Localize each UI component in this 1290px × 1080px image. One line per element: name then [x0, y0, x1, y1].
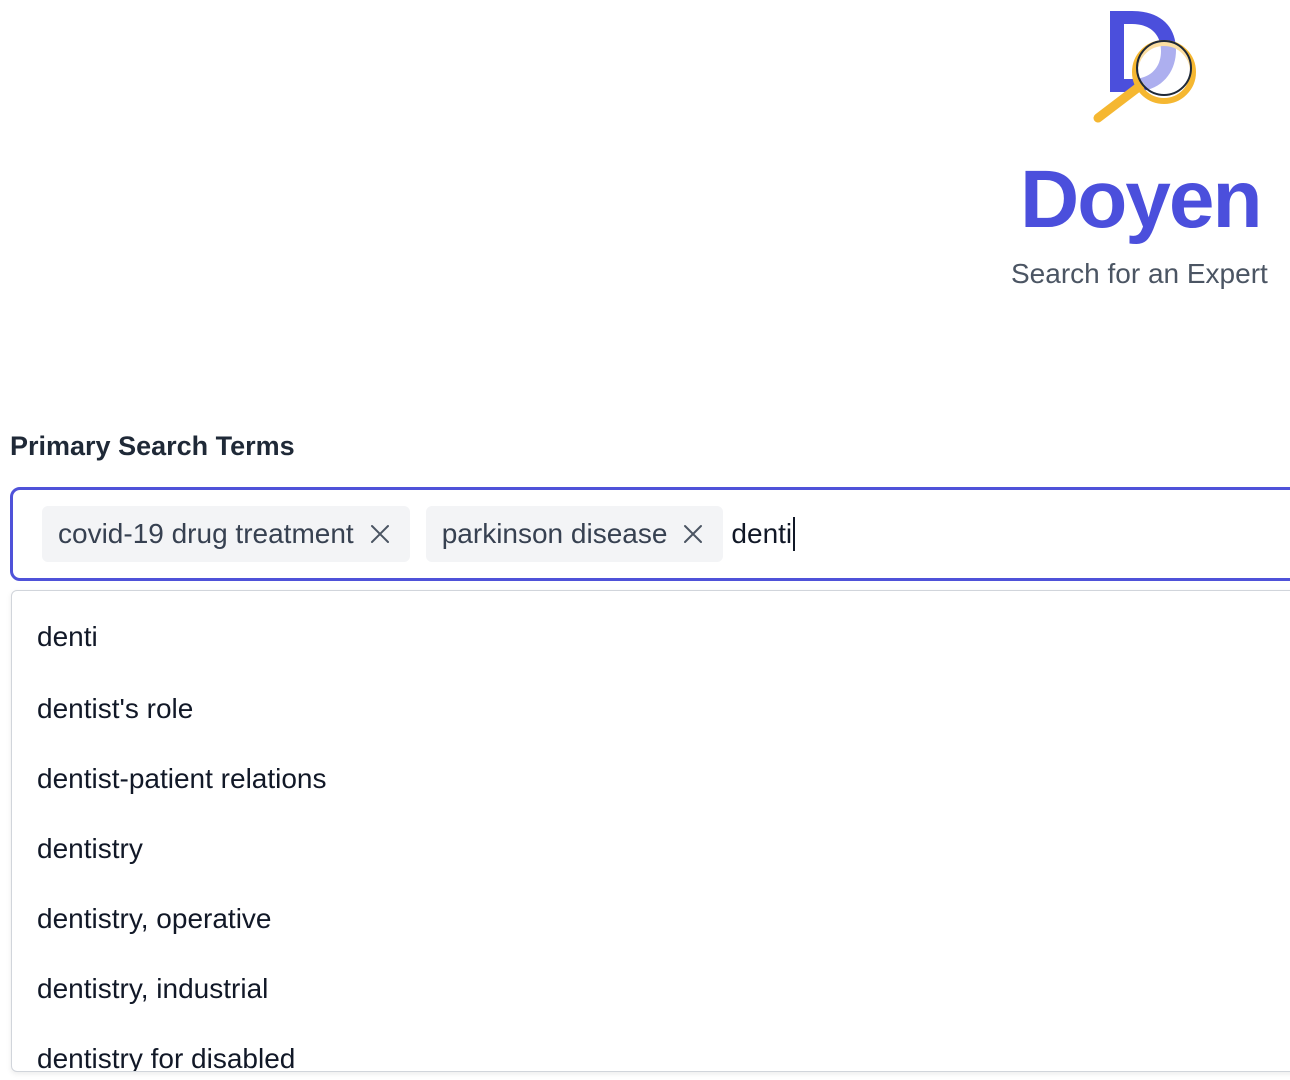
search-term-text-field[interactable]: denti: [731, 514, 796, 554]
chip-label: covid-19 drug treatment: [58, 518, 354, 549]
suggestion-item[interactable]: dentistry: [37, 831, 143, 867]
suggestion-item[interactable]: dentistry, operative: [37, 901, 272, 937]
close-icon[interactable]: [679, 520, 707, 548]
search-term-chip: covid-19 drug treatment: [42, 506, 410, 562]
doyen-logo-icon: [1088, 6, 1200, 128]
close-icon[interactable]: [366, 520, 394, 548]
page: Doyen Search for an Expert Primary Searc…: [0, 0, 1290, 1080]
suggestion-item[interactable]: dentistry for disabled: [37, 1041, 295, 1071]
text-caret: [793, 517, 796, 551]
typed-search-text[interactable]: denti: [731, 514, 792, 554]
suggestion-item[interactable]: denti: [37, 619, 98, 655]
suggestion-item[interactable]: dentistry, industrial: [37, 971, 268, 1007]
primary-search-terms-input[interactable]: covid-19 drug treatment parkinson diseas…: [10, 487, 1290, 581]
primary-search-terms-label: Primary Search Terms: [10, 431, 295, 461]
brand-tagline: Search for an Expert: [1011, 258, 1268, 289]
search-term-chip: parkinson disease: [425, 506, 724, 562]
suggestion-dropdown: denti dentist's role dentist-patient rel…: [11, 590, 1290, 1072]
brand-name: Doyen: [1020, 154, 1263, 245]
suggestion-item[interactable]: dentist's role: [37, 691, 193, 727]
suggestion-item[interactable]: dentist-patient relations: [37, 761, 327, 797]
chip-label: parkinson disease: [441, 518, 668, 549]
